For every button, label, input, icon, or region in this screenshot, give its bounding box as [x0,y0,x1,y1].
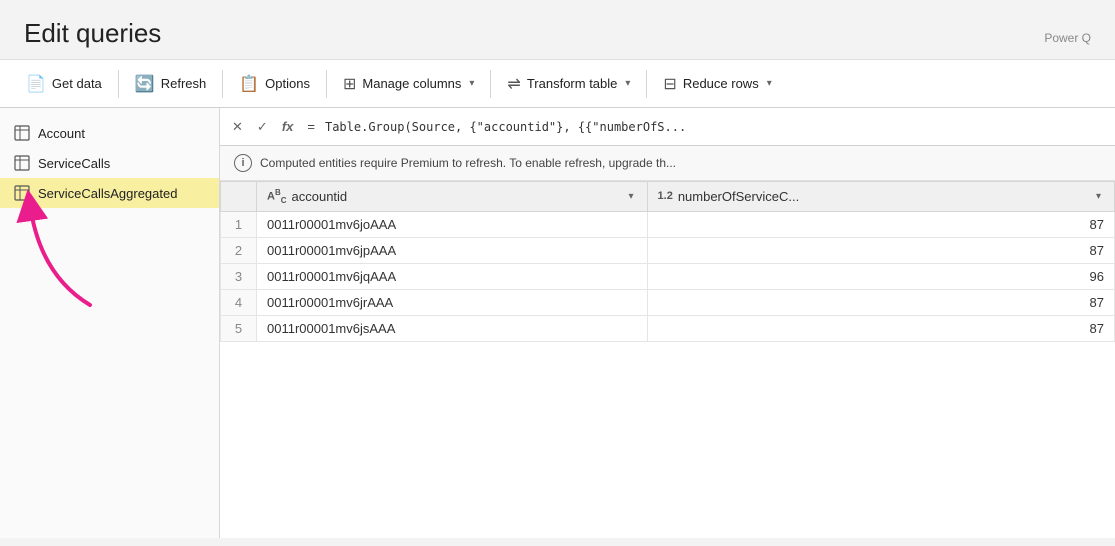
info-bar: i Computed entities require Premium to r… [220,146,1115,181]
table-row: 50011r00001mv6jsAAA87 [221,315,1115,341]
cell-rownum: 2 [221,237,257,263]
cancel-formula-button[interactable]: ✕ [228,117,247,137]
sidebar-item-aggregated-label: ServiceCallsAggregated [38,186,177,201]
page-title: Edit queries [24,18,161,49]
col-label-numberofservice: numberOfServiceC... [678,189,799,204]
sidebar-item-account-label: Account [38,126,85,141]
refresh-icon: 🔄 [135,74,155,94]
options-icon: 📋 [239,74,259,94]
table-row: 40011r00001mv6jrAAA87 [221,289,1115,315]
col-header-numberofservice[interactable]: 1.2 numberOfServiceC... ▾ [647,182,1114,212]
col-type-icon-accountid: ABC [267,188,287,205]
table-row: 10011r00001mv6joAAA87 [221,211,1115,237]
get-data-label: Get data [52,76,102,91]
cell-accountid: 0011r00001mv6joAAA [257,211,648,237]
col-label-accountid: accountid [292,189,348,204]
col-dropdown-numberofservice[interactable]: ▾ [1093,190,1104,203]
refresh-label: Refresh [161,76,207,91]
title-bar: Edit queries Power Q [0,0,1115,60]
options-button[interactable]: 📋 Options [225,60,324,107]
cell-rownum: 3 [221,263,257,289]
confirm-formula-button[interactable]: ✓ [253,117,272,137]
transform-table-button[interactable]: ⇌ Transform table ▾ [493,60,644,107]
app-label: Power Q [1044,31,1091,49]
options-label: Options [265,76,310,91]
get-data-button[interactable]: 📄 Get data [12,60,116,107]
table-icon-3 [14,185,30,201]
refresh-button[interactable]: 🔄 Refresh [121,60,220,107]
toolbar-divider-3 [326,70,327,98]
cell-rownum: 5 [221,315,257,341]
transform-table-icon: ⇌ [507,74,520,94]
reduce-rows-chevron: ▾ [767,78,772,89]
col-header-accountid[interactable]: ABC accountid ▾ [257,182,648,212]
cell-numberofservice: 87 [647,315,1114,341]
info-icon: i [234,154,252,172]
cell-accountid: 0011r00001mv6jsAAA [257,315,648,341]
sidebar-item-service-calls[interactable]: ServiceCalls [0,148,219,178]
cell-numberofservice: 87 [647,289,1114,315]
content-area: ✕ ✓ fx = Table.Group(Source, {"accountid… [220,108,1115,538]
transform-table-label: Transform table [527,76,618,91]
results-table: ABC accountid ▾ 1.2 [220,181,1115,342]
table-icon [14,125,30,141]
manage-columns-button[interactable]: ⊞ Manage columns ▾ [329,60,488,107]
info-message: Computed entities require Premium to ref… [260,156,676,170]
transform-table-chevron: ▾ [625,78,630,89]
cell-rownum: 4 [221,289,257,315]
cell-accountid: 0011r00001mv6jqAAA [257,263,648,289]
cell-numberofservice: 87 [647,211,1114,237]
sidebar: Account ServiceCalls ServiceCallsAggrega… [0,108,220,538]
table-row: 20011r00001mv6jpAAA87 [221,237,1115,263]
toolbar: 📄 Get data 🔄 Refresh 📋 Options ⊞ Manage … [0,60,1115,108]
cell-accountid: 0011r00001mv6jrAAA [257,289,648,315]
formula-bar: ✕ ✓ fx = Table.Group(Source, {"accountid… [220,108,1115,146]
reduce-rows-button[interactable]: ⊟ Reduce rows ▾ [649,60,785,107]
cell-rownum: 1 [221,211,257,237]
manage-columns-chevron: ▾ [469,78,474,89]
cell-accountid: 0011r00001mv6jpAAA [257,237,648,263]
table-icon-2 [14,155,30,171]
toolbar-divider-2 [222,70,223,98]
reduce-rows-icon: ⊟ [663,74,676,94]
formula-text: Table.Group(Source, {"accountid"}, {{"nu… [325,120,686,134]
sidebar-item-account[interactable]: Account [0,118,219,148]
toolbar-divider-1 [118,70,119,98]
manage-columns-icon: ⊞ [343,74,356,94]
fx-button[interactable]: fx [278,117,298,136]
table-row: 30011r00001mv6jqAAA96 [221,263,1115,289]
sidebar-item-aggregated[interactable]: ServiceCallsAggregated [0,178,219,208]
col-type-icon-service: 1.2 [658,190,673,202]
manage-columns-label: Manage columns [362,76,461,91]
col-header-rownum [221,182,257,212]
col-dropdown-accountid[interactable]: ▾ [625,190,636,203]
main-area: Account ServiceCalls ServiceCallsAggrega… [0,108,1115,538]
sidebar-item-service-calls-label: ServiceCalls [38,156,110,171]
get-data-icon: 📄 [26,74,46,94]
formula-equals: = [303,119,319,134]
cell-numberofservice: 87 [647,237,1114,263]
toolbar-divider-4 [490,70,491,98]
reduce-rows-label: Reduce rows [683,76,759,91]
toolbar-divider-5 [646,70,647,98]
data-table: ABC accountid ▾ 1.2 [220,181,1115,538]
cell-numberofservice: 96 [647,263,1114,289]
